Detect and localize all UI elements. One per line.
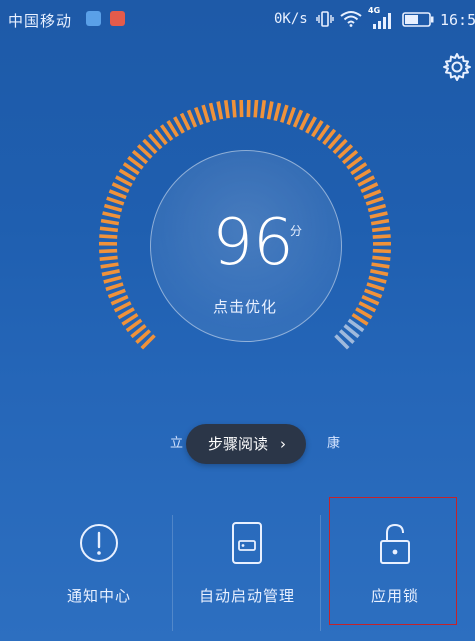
gauge-tick-filled [367, 203, 387, 213]
gauge-tick-filled [280, 104, 289, 123]
toast-label: 步骤阅读 [208, 435, 269, 453]
gauge-tick-filled [99, 255, 118, 261]
gauge-tick-filled [369, 211, 388, 219]
gauge-tick-filled [216, 101, 224, 120]
optimize-label: 点击优化 [212, 298, 277, 316]
chevron-right-icon: › [280, 435, 286, 453]
gauge-tick-filled [106, 196, 125, 206]
gauge-tick-filled [370, 269, 389, 277]
gauge-tick-filled [99, 226, 119, 233]
exclamation-circle-icon [80, 524, 118, 562]
gauge-tick-filled [266, 101, 274, 120]
gauge-tick-filled [366, 282, 385, 292]
notification-app-icon [86, 11, 101, 26]
gauge-tick-filled [179, 112, 191, 131]
gauge-tick-filled [368, 275, 387, 284]
gauge-tick-filled [101, 269, 120, 277]
auto-start-icon [232, 522, 262, 564]
gauge-tick-filled [102, 211, 121, 219]
gauge-tick-filled [360, 182, 379, 193]
clock: 16:5 [440, 11, 475, 29]
gauge-tick-filled [370, 218, 390, 226]
gauge-tick-filled [103, 203, 123, 213]
gauge-tick-filled [105, 282, 124, 292]
status-bar: 中国移动 0K/s 4G 16:5 [0, 0, 475, 38]
gauge-tick-filled [372, 248, 391, 254]
gauge-tick-filled [253, 100, 259, 118]
health-score: 96 [212, 206, 294, 280]
battery-icon [402, 12, 434, 27]
gauge-tick-filled [107, 288, 126, 299]
gauge-tick-filled [372, 255, 391, 261]
gauge-tick-filled [273, 102, 282, 122]
gauge-tick-filled [371, 262, 390, 269]
gauge-tick-filled [286, 106, 296, 126]
vibrate-icon [316, 11, 334, 27]
hint-text-right: 康 [326, 436, 340, 451]
gauge-tick-filled [371, 226, 391, 233]
gauge-tick-filled [361, 294, 380, 306]
gauge-tick-filled [100, 218, 120, 226]
gauge-tick-filled [208, 102, 217, 122]
gauge-tick-filled [111, 182, 130, 193]
gauge-tick-filled [372, 234, 391, 239]
carrier-name: 中国移动 [8, 12, 73, 30]
gauge-tick-filled [357, 175, 375, 187]
shortcut-auto-start-management[interactable]: 自动启动管理 [168, 505, 326, 641]
highlight-box [329, 497, 457, 625]
gauge-tick-filled [113, 301, 132, 313]
gauge-tick-filled [223, 100, 230, 119]
gauge-tick-filled [231, 100, 237, 118]
gauge-tick-filled [365, 196, 384, 206]
gauge-tick-filled [100, 262, 119, 269]
gauge-tick-filled [99, 248, 118, 254]
hint-text-left: 立 [170, 436, 184, 451]
gauge-tick-filled [99, 234, 118, 239]
notification-alert-icon [110, 11, 125, 26]
gauge-tick-filled [363, 189, 382, 200]
gauge-tick-filled [299, 112, 311, 131]
gauge-tick-filled [201, 104, 210, 123]
gauge-tick-filled [108, 189, 127, 200]
gauge-tick-filled [358, 301, 377, 313]
gauge-tick-filled [194, 106, 204, 126]
score-unit: 分 [290, 224, 303, 238]
gauge-tick-filled [364, 288, 383, 299]
network-speed: 0K/s [274, 11, 308, 27]
gauge-tick-filled [110, 294, 129, 306]
settings-gear-icon[interactable] [442, 52, 472, 82]
shortcut-label: 通知中心 [66, 587, 131, 605]
gauge-tick-filled [292, 109, 304, 128]
wifi-icon [340, 11, 362, 27]
gauge-tick-filled [186, 109, 198, 128]
gauge-tick-filled [103, 275, 122, 284]
cellular-signal-icon [373, 13, 391, 29]
gauge-tick-filled [260, 100, 267, 119]
gauge-tick-filled [115, 175, 133, 187]
step-reading-toast[interactable]: 步骤阅读 › [186, 424, 306, 464]
shortcut-notification-center[interactable]: 通知中心 [20, 505, 178, 641]
shortcut-label: 自动启动管理 [198, 587, 295, 605]
